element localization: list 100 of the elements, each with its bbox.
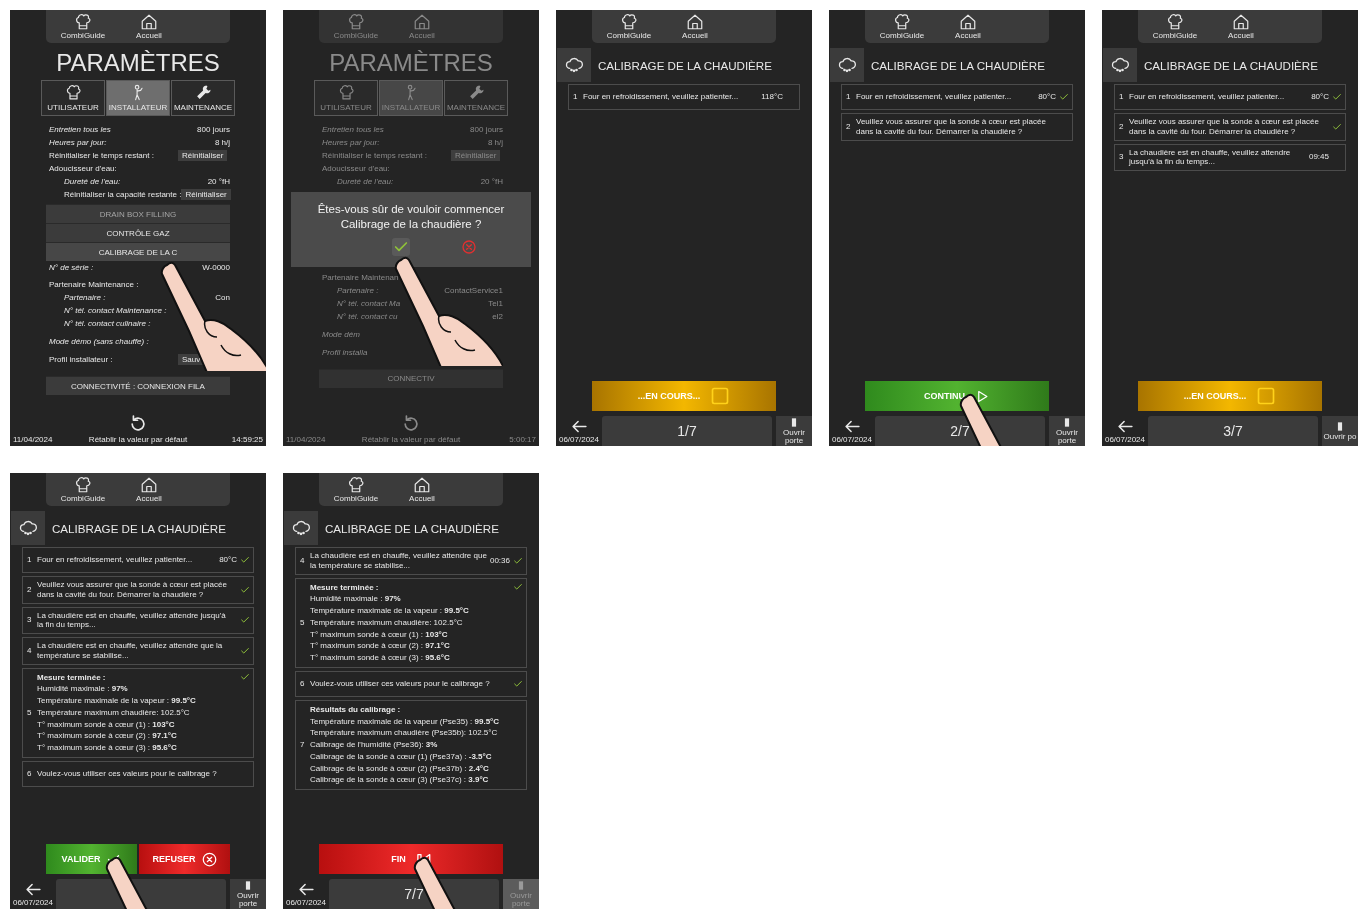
refuse-button[interactable]: REFUSER (139, 844, 230, 874)
open-door-button[interactable]: Ouvrir porte (1049, 416, 1085, 446)
play-icon (975, 388, 990, 404)
menu-button[interactable]: CONNECTIV (319, 368, 503, 388)
setting-label: Réinitialiser la capacité restante : (64, 190, 182, 199)
action-button[interactable]: Réinitialiser (181, 189, 231, 200)
cloud-icon (1110, 55, 1130, 75)
reset-default-button[interactable]: Rétablir la valeur par défaut (361, 414, 461, 444)
menu-button[interactable]: CALIBRAGE DE LA C (46, 242, 230, 261)
finish-button[interactable]: FIN (319, 844, 503, 874)
step-text: Four en refroidissement, veuillez patienter... (583, 92, 740, 102)
step-value: 09:45 (1308, 152, 1329, 163)
setting-label: Adoucisseur d'eau: (322, 164, 390, 173)
step-value: 80°C (219, 555, 237, 565)
setting-label: N° tél. contact culinaire : (64, 319, 151, 328)
cloud-icon (291, 518, 311, 538)
setting-label: Entretien tous les (322, 125, 384, 134)
steam-mode-button[interactable] (830, 48, 864, 82)
steam-mode-button[interactable] (557, 48, 591, 82)
guide-button[interactable]: CombiGuide (333, 13, 379, 40)
step-number: 2 (1119, 121, 1125, 132)
home-button[interactable]: Accueil (399, 476, 445, 503)
steam-mode-button[interactable] (11, 511, 45, 545)
action-button[interactable]: Réinitialiser (178, 150, 228, 161)
page-title: CALIBRAGE DE LA CHAUDIÈRE (52, 521, 226, 535)
home-button[interactable]: Accueil (672, 13, 718, 40)
cloud-icon (18, 518, 38, 538)
date-text: 06/07/2024 (558, 435, 599, 444)
home-button[interactable]: Accueil (945, 13, 991, 40)
result-line: Température maximum chaudière (Pse35b): 102.5°C (310, 728, 499, 738)
back-arrow-icon (843, 418, 861, 435)
home-icon (413, 476, 431, 494)
guide-button[interactable]: CombiGuide (60, 13, 106, 40)
chef-hat-icon (347, 13, 365, 31)
tab[interactable]: MAINTENANCE (444, 80, 508, 116)
result-line: Température maximale de la vapeur (Pse35) : 99.5°C (310, 716, 501, 727)
action-button[interactable]: Sauv (178, 354, 205, 365)
setting-value: 20 °fH (207, 177, 230, 186)
tab[interactable]: UTILISATEUR (41, 80, 105, 116)
time-text: 14:59:25 (230, 435, 263, 444)
step-heading: Mesure terminée : (310, 582, 380, 593)
step-text: Veuillez vous assurer que la sonde à cœur est placée dans la cavité du four. Démarrer la chaudière ? (1129, 117, 1320, 137)
tab[interactable]: UTILISATEUR (314, 80, 378, 116)
home-button[interactable]: Accueil (1218, 13, 1264, 40)
open-door-button[interactable]: Ouvrir porte (230, 879, 266, 909)
door-icon (243, 880, 253, 891)
setting-value: Con (215, 293, 230, 302)
home-icon (1232, 13, 1250, 31)
step-text: Four en refroidissement, veuillez patienter... (37, 555, 194, 565)
step-number: 2 (846, 121, 852, 132)
wrench-icon (194, 84, 212, 101)
setting-value: el2 (492, 311, 503, 321)
cloud-icon (837, 55, 857, 75)
result-line: Température maximum chaudière: 102.5°C (37, 707, 191, 718)
wrench-icon (467, 84, 485, 101)
home-button[interactable]: Accueil (399, 13, 445, 40)
step-text: La chaudière est en chauffe, veuillez attendre jusqu'à la fin du temps... (1129, 147, 1292, 167)
home-button[interactable]: Accueil (126, 13, 172, 40)
open-door-button[interactable]: Ouvrir po (1322, 416, 1358, 446)
guide-button[interactable]: CombiGuide (1152, 13, 1198, 40)
step-number: 7 (300, 740, 306, 750)
steam-mode-button[interactable] (284, 511, 318, 545)
chef-hat-icon (1166, 13, 1184, 31)
setting-label: Partenaire : (64, 293, 106, 302)
open-door-button[interactable]: Ouvrir porte (776, 416, 812, 446)
guide-button[interactable]: CombiGuide (333, 476, 379, 503)
step-number: 6 (27, 768, 33, 779)
setting-label: Partenaire Maintenance : (49, 280, 139, 289)
home-icon (140, 13, 158, 31)
step-text: Four en refroidissement, veuillez patienter... (856, 92, 1013, 102)
guide-button[interactable]: CombiGuide (879, 13, 925, 40)
reset-icon (128, 414, 148, 434)
guide-button[interactable]: CombiGuide (606, 13, 652, 40)
setting-label: Heures par jour: (49, 138, 107, 147)
step-counter: 2/7 (950, 423, 970, 439)
result-line: Calibrage de la sonde à cœur (2) (Pse37b) : 2.4°C (310, 763, 490, 774)
chef-hat-icon (893, 13, 911, 31)
setting-label: Dureté de l'eau: (337, 177, 394, 186)
home-button[interactable]: Accueil (126, 476, 172, 503)
setting-label: Dureté de l'eau: (64, 177, 121, 186)
page-title: PARAMÈTRES (328, 49, 494, 77)
step-text: La chaudière est en chauffe, veuillez attendre que la température se stabilise... (37, 641, 224, 661)
chef-hat-icon (74, 476, 92, 494)
step-value: 00:36 (489, 555, 510, 566)
steam-mode-button[interactable] (1103, 48, 1137, 82)
tab[interactable]: MAINTENANCE (171, 80, 235, 116)
result-line: T° maximum sonde à cœur (1) : 103°C (310, 629, 449, 640)
guide-button[interactable]: CombiGuide (60, 476, 106, 503)
step-number: 5 (27, 707, 33, 718)
result-line: Humidité maximale : 97% (310, 594, 402, 604)
reset-default-button[interactable]: Rétablir la valeur par défaut (88, 414, 188, 444)
close-icon (461, 238, 477, 255)
setting-label: Mode dém (322, 329, 360, 339)
setting-label: Profil installa (322, 347, 368, 357)
step-counter: 3/7 (1223, 423, 1243, 439)
step-value: 118°C (761, 92, 783, 102)
menu-button[interactable]: CONTRÔLE GAZ (46, 223, 230, 242)
setting-label: Adoucisseur d'eau: (49, 164, 117, 173)
menu-button[interactable]: CONNECTIVITÉ : CONNEXION FILA (46, 376, 230, 395)
tab[interactable]: INSTALLATEUR (106, 80, 170, 116)
